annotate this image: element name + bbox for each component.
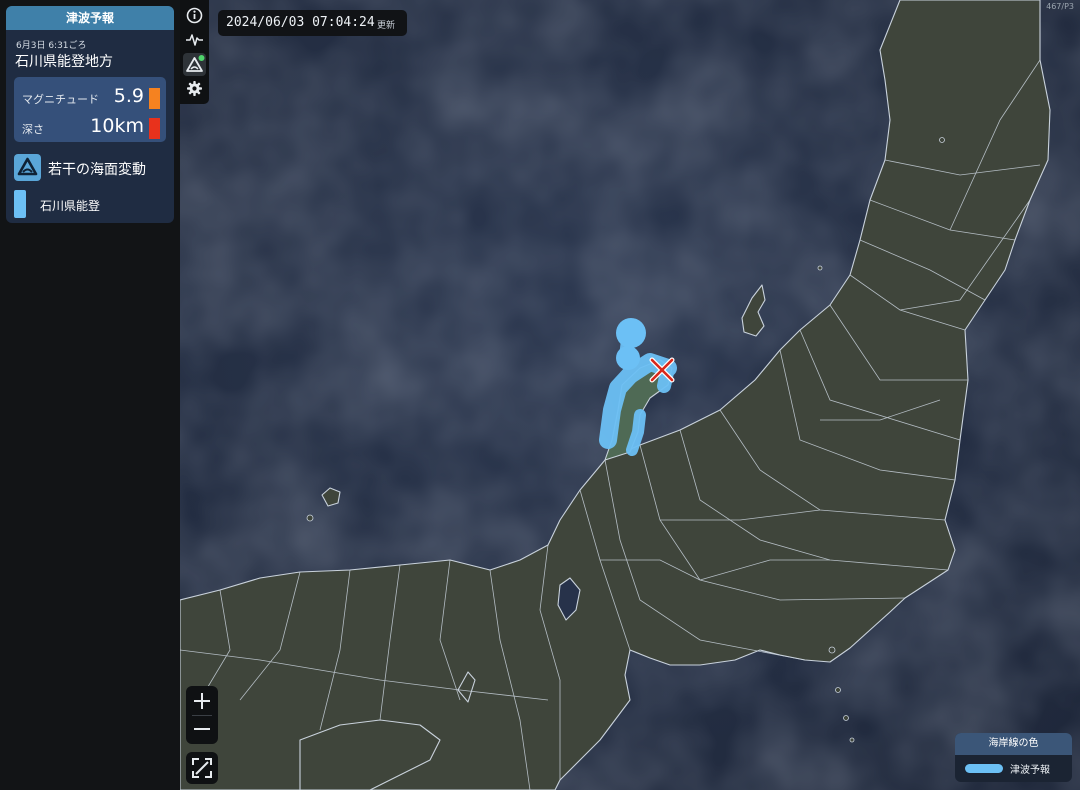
timestamp-suffix: 更新 [377,21,396,31]
update-timestamp: 2024/06/03 07:04:24 更新 [218,10,407,36]
depth-row: 深さ 10km [22,112,160,140]
fullscreen-button[interactable] [186,752,218,784]
forecast-area-name: 石川県能登 [40,199,101,213]
legend-title: 海岸線の色 [955,733,1072,755]
minus-icon [194,728,210,730]
tsunami-layer-button[interactable] [183,53,206,76]
magnitude-row: マグニチュード 5.9 [22,82,160,110]
map-toolbar [180,0,209,104]
coastline-legend: 海岸線の色 津波予報 [955,733,1072,782]
earthquake-region: 石川県能登地方 [15,54,113,70]
quake-stats-box: マグニチュード 5.9 深さ 10km [14,77,166,142]
info-icon [186,7,203,24]
magnitude-color-bar [149,88,160,109]
depth-value: 10km [90,115,144,137]
tsunami-coast-highlight-isle [616,318,646,348]
panel-header: 津波予報 [6,6,174,30]
magnitude-label: マグニチュード [22,93,99,106]
zoom-in-button[interactable] [186,686,218,715]
tsunami-layer-icon [186,55,205,72]
settings-button[interactable] [183,77,206,100]
legend-swatch [965,764,1003,773]
zoom-control [186,686,218,744]
area-color-swatch [14,190,26,218]
info-button[interactable] [183,4,206,27]
waveform-icon [186,34,203,46]
version-label: 467/P3 [1046,2,1074,11]
earthquake-time: 6月3日 6:31ごろ [16,41,87,51]
depth-label: 深さ [22,123,44,136]
forecast-area-row[interactable]: 石川県能登 [14,190,170,218]
tsunami-warning-icon [14,154,41,181]
fullscreen-icon [192,758,212,778]
earthquake-info-panel: 津波予報 6月3日 6:31ごろ 石川県能登地方 マグニチュード 5.9 深さ … [6,6,174,223]
map-canvas[interactable] [180,0,1080,790]
sidebar: 津波予報 6月3日 6:31ごろ 石川県能登地方 マグニチュード 5.9 深さ … [0,0,180,790]
zoom-out-button[interactable] [186,715,218,744]
depth-color-bar [149,118,160,139]
plus-icon [194,693,210,709]
tsunami-coast-highlight-mid [616,346,640,370]
app-root: 津波予報 6月3日 6:31ごろ 石川県能登地方 マグニチュード 5.9 深さ … [0,0,1080,790]
timestamp-datetime: 2024/06/03 07:04:24 [226,15,375,30]
tsunami-forecast-row: 若干の海面変動 [14,154,170,182]
seismograph-button[interactable] [183,28,206,51]
gear-icon [187,81,202,96]
legend-label: 津波予報 [1010,765,1050,776]
magnitude-value: 5.9 [113,85,144,107]
tsunami-forecast-title: 若干の海面変動 [48,162,146,178]
